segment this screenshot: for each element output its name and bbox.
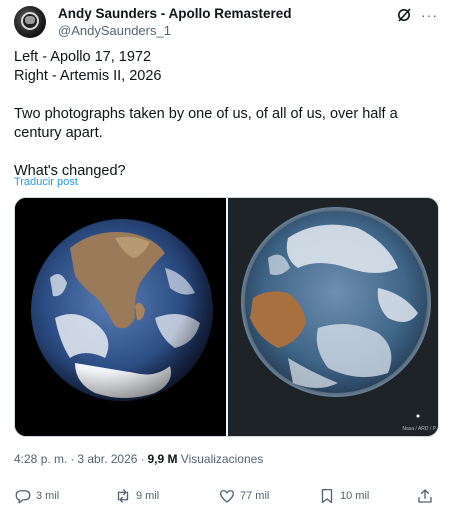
photo-artemis-ii-earth[interactable]: Nasa / ARD / P xyxy=(228,198,438,436)
post-line: Right - Artemis II, 2026 xyxy=(14,68,162,84)
views-label: Visualizaciones xyxy=(180,452,264,466)
views-count: 9,9 M xyxy=(147,452,178,466)
more-options-icon[interactable]: ··· xyxy=(421,7,438,23)
earth-image-left xyxy=(31,219,213,401)
repost-icon xyxy=(117,489,129,503)
bookmark-icon xyxy=(321,488,333,504)
post-line: Left - Apollo 17, 1972 xyxy=(14,49,152,65)
post-line: Two photographs taken by one of us, of a… xyxy=(14,106,398,141)
post-date[interactable]: 3 abr. 2026 xyxy=(77,452,137,466)
bookmark-button[interactable]: 10 mil xyxy=(318,485,369,507)
share-icon xyxy=(418,489,432,503)
post-line xyxy=(14,86,436,105)
reply-count: 3 mil xyxy=(36,490,60,502)
bookmark-count: 10 mil xyxy=(340,490,370,502)
translate-post-link[interactable]: Traducir post xyxy=(14,176,78,188)
like-count: 77 mil xyxy=(240,490,270,502)
reply-icon xyxy=(15,490,31,504)
post-header: Andy Saunders - Apollo Remastered @AndyS… xyxy=(14,6,438,40)
photo-apollo-17-earth[interactable] xyxy=(15,198,226,436)
author-handle[interactable]: @AndySaunders_1 xyxy=(58,23,171,38)
post-text: Left - Apollo 17, 1972 Right - Artemis I… xyxy=(14,48,436,181)
repost-button[interactable]: 9 mil xyxy=(114,485,159,507)
media-grid: Nasa / ARD / P xyxy=(14,197,439,437)
action-bar: 3 mil 9 mil 77 mil 10 mil xyxy=(14,485,438,507)
post-time[interactable]: 4:28 p. m. xyxy=(14,452,67,466)
post-meta: 4:28 p. m. · 3 abr. 2026 · 9,9 M Visualizaci… xyxy=(14,452,264,466)
like-button[interactable]: 77 mil xyxy=(218,485,269,507)
author-name[interactable]: Andy Saunders - Apollo Remastered xyxy=(58,6,292,21)
reply-button[interactable]: 3 mil xyxy=(14,485,59,507)
grok-icon[interactable] xyxy=(396,7,412,23)
repost-count: 9 mil xyxy=(136,490,160,502)
avatar[interactable] xyxy=(14,6,46,38)
heart-icon xyxy=(219,490,235,503)
earth-image-right xyxy=(241,207,431,418)
photo-credit: Nasa / ARD / P xyxy=(402,426,436,432)
post-line xyxy=(14,143,436,162)
share-button[interactable] xyxy=(416,485,438,507)
